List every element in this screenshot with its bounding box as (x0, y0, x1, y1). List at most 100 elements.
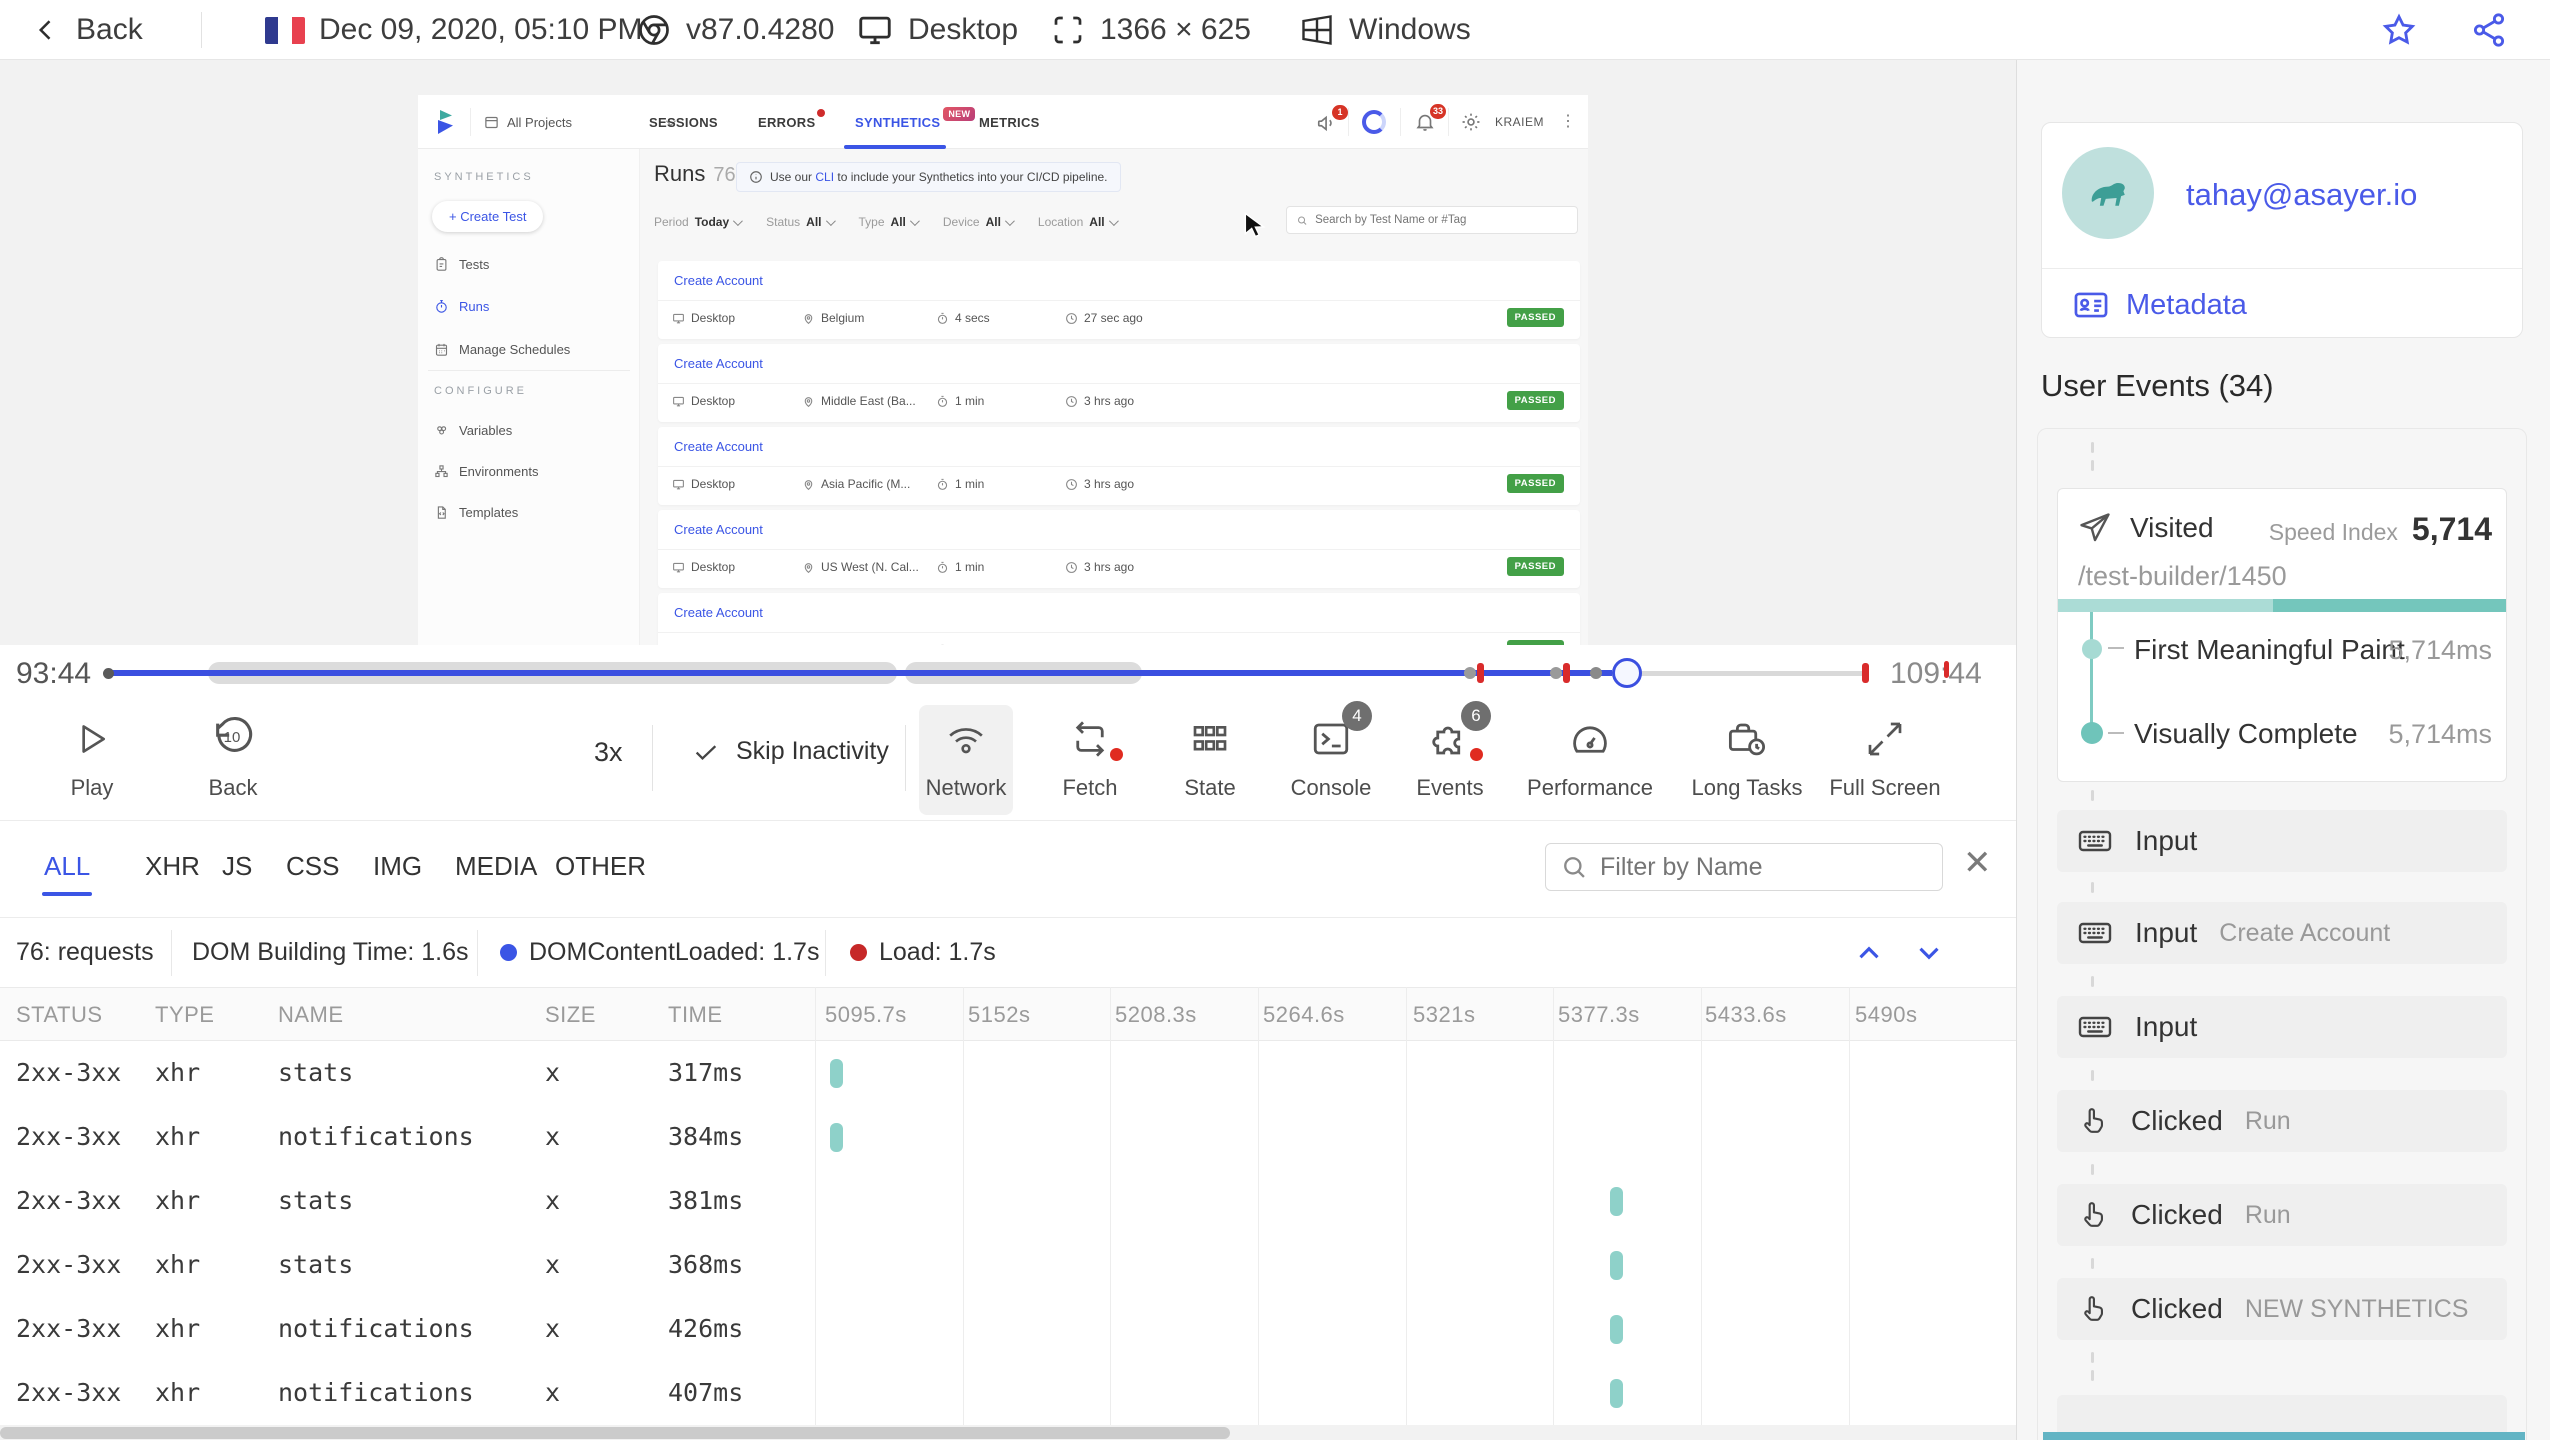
network-filter-box[interactable] (1545, 843, 1943, 891)
app-top-bar: All Projects SESSIONS ERRORS SYNTHETICS N… (418, 95, 1588, 149)
notifications-button[interactable]: 33 (1414, 104, 1446, 133)
network-tab-js[interactable]: JS (222, 851, 252, 882)
sidebar-item-variables[interactable]: Variables (434, 423, 512, 438)
network-tab-css[interactable]: CSS (286, 851, 339, 882)
panel-button-full-screen[interactable]: Full Screen (1825, 713, 1945, 801)
next-chevron-button[interactable] (1912, 936, 1946, 970)
runs-page-title: Runs 76 (654, 161, 736, 186)
run-name[interactable]: Create Account (674, 356, 763, 371)
settings-button[interactable] (1460, 111, 1482, 133)
event-card-input[interactable]: Input Create Account (2057, 902, 2507, 964)
col-t4: 5321s (1413, 1002, 1476, 1027)
sidebar-item-manage-schedules[interactable]: Manage Schedules (434, 342, 570, 357)
app-tab-sessions[interactable]: SESSIONS (649, 95, 718, 149)
share-button[interactable] (2470, 0, 2508, 60)
run-card[interactable]: Create Account Desktop Asia Pacific (M..… (658, 427, 1580, 505)
panel-button-network[interactable]: Network (906, 713, 1026, 801)
panel-button-console[interactable]: 4 Console (1271, 701, 1391, 801)
divider (201, 12, 202, 48)
run-name[interactable]: Create Account (674, 439, 763, 454)
recorded-mouse-cursor (1242, 212, 1266, 238)
file-code-icon (434, 505, 449, 520)
console-count-badge: 4 (1342, 701, 1372, 731)
close-icon[interactable]: ✕ (1963, 843, 1992, 883)
event-card-clicked[interactable]: Clicked Run (2057, 1090, 2507, 1152)
network-request-row[interactable]: 2xx-3xx xhr stats x 381ms (0, 1169, 2016, 1233)
run-name[interactable]: Create Account (674, 522, 763, 537)
network-request-row[interactable]: 2xx-3xx xhr notifications x 384ms (0, 1105, 2016, 1169)
network-tab-other[interactable]: OTHER (555, 851, 646, 882)
sidebar-item-environments[interactable]: Environments (434, 464, 538, 479)
status-badge: PASSED (1506, 474, 1564, 493)
speed-index-label: Speed Index (2268, 519, 2398, 545)
tick (2108, 732, 2124, 734)
filter-location[interactable]: Location All (1038, 215, 1119, 229)
timeline[interactable]: 93:44 109:44 (0, 645, 2016, 701)
network-tab-all[interactable]: ALL (41, 851, 93, 896)
cli-link[interactable]: CLI (815, 170, 834, 184)
col-name: NAME (278, 1002, 344, 1027)
back-10-button[interactable]: 10 Back (173, 713, 293, 801)
prev-chevron-button[interactable] (1852, 936, 1886, 970)
user-email-link[interactable]: tahay@asayer.io (2186, 177, 2417, 213)
speed-toggle[interactable]: 3x (594, 737, 623, 768)
briefcase-clock-icon (1726, 713, 1768, 765)
panel-button-performance[interactable]: Performance (1527, 713, 1653, 801)
event-card-clicked[interactable]: Clicked NEW SYNTHETICS (2057, 1278, 2507, 1340)
back-button[interactable]: Back (32, 0, 143, 60)
app-tab-synthetics[interactable]: SYNTHETICS NEW (855, 95, 976, 149)
run-card[interactable]: Create Account Desktop Belgium 4 secs 27… (658, 261, 1580, 339)
network-filter-input[interactable] (1600, 852, 1928, 882)
run-name[interactable]: Create Account (674, 273, 763, 288)
project-selector[interactable]: All Projects (484, 95, 676, 149)
run-card[interactable]: Create Account Desktop Canada (Central) … (658, 593, 1580, 645)
scrollbar-thumb[interactable] (0, 1427, 1230, 1439)
run-name[interactable]: Create Account (674, 605, 763, 620)
run-card[interactable]: Create Account Desktop Middle East (Ba..… (658, 344, 1580, 422)
sidebar-item-runs[interactable]: Runs (434, 299, 489, 314)
playhead[interactable] (1612, 658, 1642, 688)
visited-event-card[interactable]: Visited Speed Index 5,714 /test-builder/… (2057, 488, 2507, 782)
filter-type[interactable]: Type All (859, 215, 920, 229)
favorite-button[interactable] (2380, 0, 2418, 60)
panel-button-fetch[interactable]: Fetch (1030, 713, 1150, 801)
event-card-clicked[interactable]: Clicked Run (2057, 1184, 2507, 1246)
create-test-button[interactable]: + Create Test (432, 201, 544, 232)
app-tab-metrics[interactable]: METRICS (979, 95, 1040, 149)
error-marker[interactable] (1862, 663, 1869, 683)
error-marker[interactable] (1563, 663, 1570, 683)
network-tab-media[interactable]: MEDIA (455, 851, 537, 882)
announcements-button[interactable]: 1 (1316, 105, 1348, 134)
event-card-input[interactable]: Input (2057, 996, 2507, 1058)
filter-status[interactable]: Status All (766, 215, 836, 229)
panel-button-events[interactable]: 6 Events (1390, 701, 1510, 801)
error-marker[interactable] (1477, 663, 1484, 683)
network-request-row[interactable]: 2xx-3xx xhr stats x 317ms (0, 1041, 2016, 1105)
sidebar-item-templates[interactable]: Templates (434, 505, 518, 520)
test-search-input[interactable] (1315, 214, 1568, 226)
speed-index-value: 5,714 (2411, 511, 2492, 547)
metadata-button[interactable]: Metadata (2072, 286, 2247, 324)
event-card-input[interactable]: Input (2057, 810, 2507, 872)
skip-inactivity-toggle[interactable]: Skip Inactivity (692, 737, 889, 766)
filter-period[interactable]: Period Today (654, 215, 744, 229)
network-request-row[interactable]: 2xx-3xx xhr stats x 368ms (0, 1233, 2016, 1297)
run-card[interactable]: Create Account Desktop US West (N. Cal..… (658, 510, 1580, 588)
network-request-row[interactable]: 2xx-3xx xhr notifications x 407ms (0, 1361, 2016, 1425)
requests-count: 76: requests (0, 929, 172, 976)
os-type: Windows (1299, 0, 1471, 60)
test-search-box[interactable] (1286, 206, 1578, 234)
event-card-partial[interactable] (2057, 1395, 2507, 1432)
horizontal-scrollbar[interactable] (0, 1425, 2016, 1440)
sidebar-item-tests[interactable]: Tests (434, 257, 489, 272)
panel-button-long-tasks[interactable]: Long Tasks (1687, 713, 1807, 801)
network-request-row[interactable]: 2xx-3xx xhr notifications x 426ms (0, 1297, 2016, 1361)
filter-device[interactable]: Device All (943, 215, 1015, 229)
network-tab-img[interactable]: IMG (373, 851, 422, 882)
play-button[interactable]: Play (32, 713, 152, 801)
user-menu[interactable]: KRAIEM (1495, 115, 1544, 129)
kebab-menu-icon[interactable]: ⋮ (1560, 111, 1576, 131)
app-tab-errors[interactable]: ERRORS (758, 95, 826, 149)
network-tab-xhr[interactable]: XHR (145, 851, 200, 882)
panel-button-state[interactable]: State (1150, 713, 1270, 801)
